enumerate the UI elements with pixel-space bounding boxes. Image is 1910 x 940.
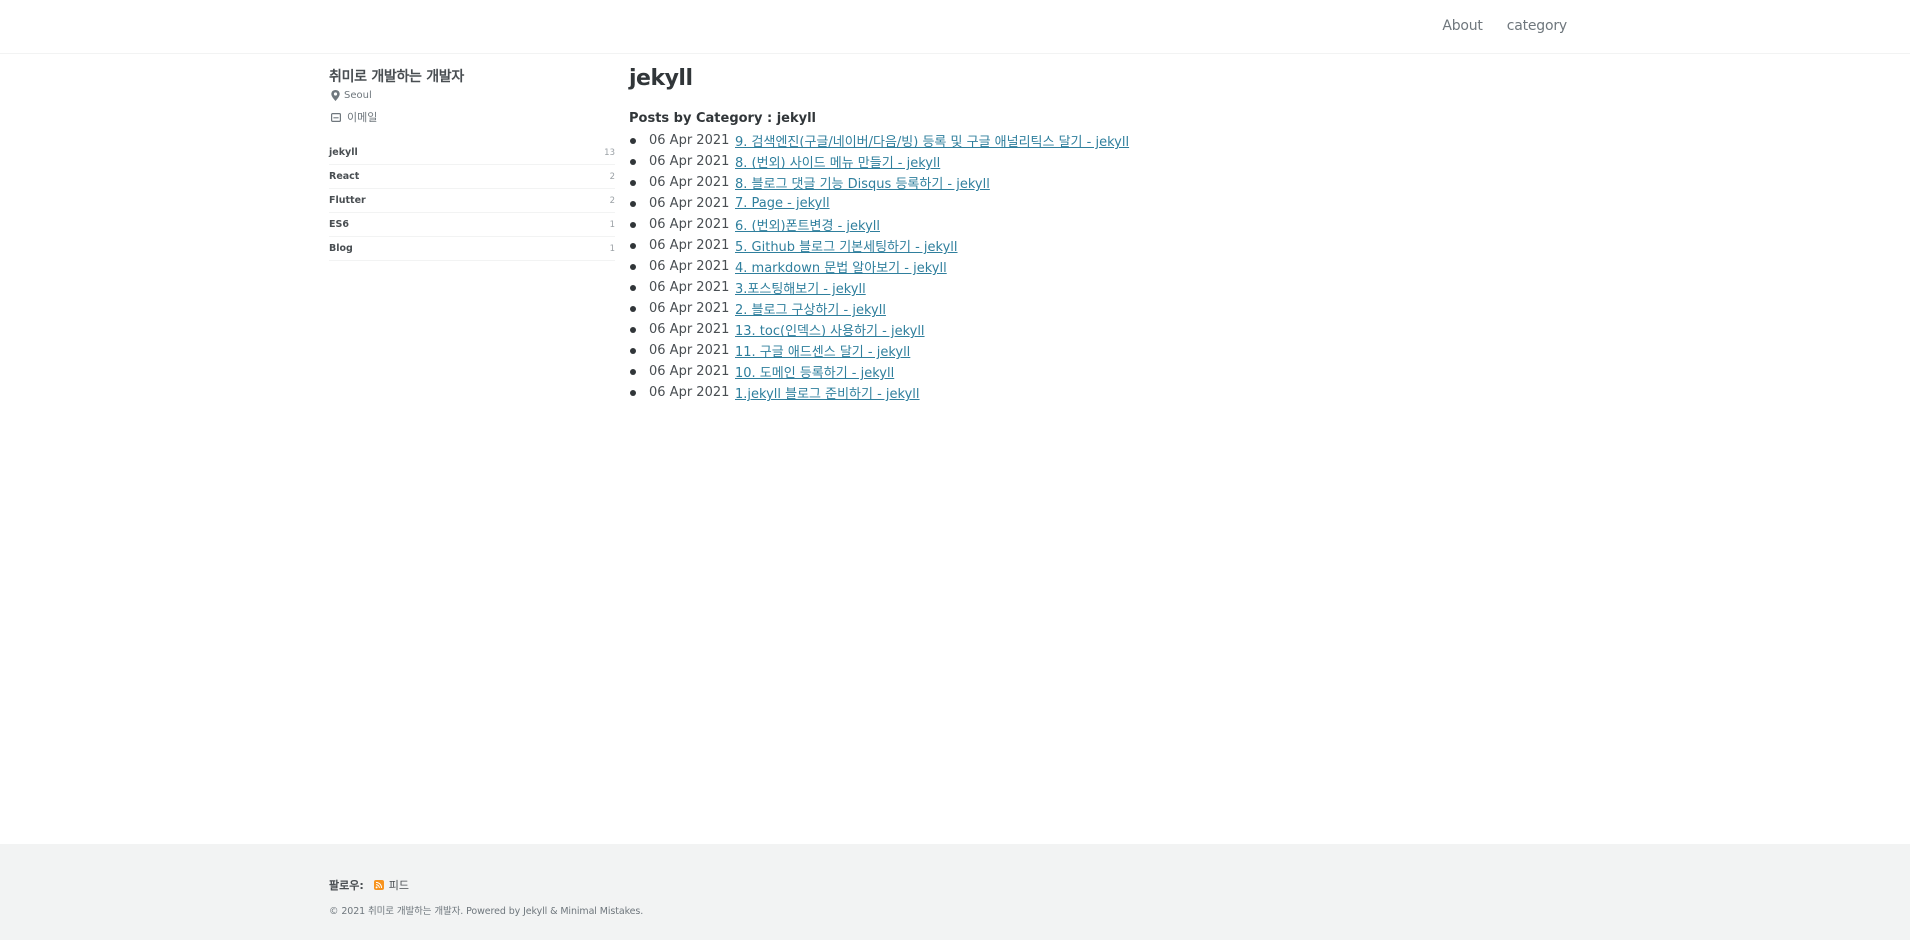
bullet [630,242,636,249]
category-item-jekyll[interactable]: jekyll 13 [329,141,615,165]
author-location: Seoul [329,90,615,101]
map-marker-icon [331,90,340,101]
top-nav: About category [1442,18,1567,34]
category-name: Flutter [329,195,366,206]
list-item: 06 Apr 2021 4. markdown 문법 알아보기 - jekyll [629,256,1329,277]
list-item: 06 Apr 2021 5. Github 블로그 기본세팅하기 - jekyl… [629,235,1329,256]
post-link[interactable]: 10. 도메인 등록하기 - jekyll [735,362,894,381]
category-name: ES6 [329,219,349,230]
sidebar: 취미로 개발하는 개발자 Seoul 이메일 jekyll 13 React 2 [329,66,615,261]
list-item: 06 Apr 2021 2. 블로그 구상하기 - jekyll [629,298,1329,319]
section-title: Posts by Category : jekyll [629,111,817,127]
list-item: 06 Apr 2021 8. 블로그 댓글 기능 Disqus 등록하기 - j… [629,172,1329,193]
list-item: 06 Apr 2021 3.포스팅해보기 - jekyll [629,277,1329,298]
post-date: 06 Apr 2021 [649,301,730,317]
post-link[interactable]: 11. 구글 애드센스 달기 - jekyll [735,341,910,360]
list-item: 06 Apr 2021 7. Page - jekyll [629,193,1329,214]
rss-icon [373,880,384,890]
category-list: jekyll 13 React 2 Flutter 2 ES6 1 Blog 1 [329,141,615,261]
post-link[interactable]: 8. 블로그 댓글 기능 Disqus 등록하기 - jekyll [735,173,990,192]
bullet [630,263,636,270]
page-title: jekyll [629,66,693,91]
list-item: 06 Apr 2021 11. 구글 애드센스 달기 - jekyll [629,340,1329,361]
post-link[interactable]: 5. Github 블로그 기본세팅하기 - jekyll [735,236,958,255]
post-date: 06 Apr 2021 [649,175,730,191]
bullet [630,200,636,207]
category-item-flutter[interactable]: Flutter 2 [329,189,615,213]
post-link[interactable]: 7. Page - jekyll [735,196,830,211]
copyright: © 2021 취미로 개발하는 개발자. Powered by Jekyll &… [329,906,644,917]
post-list: 06 Apr 2021 9. 검색엔진(구글/네이버/다음/빙) 등록 및 구글… [629,130,1329,403]
category-count: 13 [604,148,615,158]
author-location-text: Seoul [344,90,372,101]
category-item-es6[interactable]: ES6 1 [329,213,615,237]
post-date: 06 Apr 2021 [649,154,730,170]
bullet [630,284,636,291]
bullet [630,137,636,144]
feed-link[interactable]: 피드 [373,877,410,893]
page-footer: 팔로우: 피드 © 2021 취미로 개발하는 개발자. Powered by … [0,844,1910,940]
list-item: 06 Apr 2021 13. toc(인덱스) 사용하기 - jekyll [629,319,1329,340]
category-count: 1 [609,220,615,230]
post-date: 06 Apr 2021 [649,259,730,275]
bullet [630,326,636,333]
post-date: 06 Apr 2021 [649,217,730,233]
post-date: 06 Apr 2021 [649,238,730,254]
post-link[interactable]: 8. (번외) 사이드 메뉴 만들기 - jekyll [735,152,940,171]
bullet [630,389,636,396]
category-name: Blog [329,243,353,254]
list-item: 06 Apr 2021 8. (번외) 사이드 메뉴 만들기 - jekyll [629,151,1329,172]
post-date: 06 Apr 2021 [649,196,730,212]
post-date: 06 Apr 2021 [649,133,730,149]
post-date: 06 Apr 2021 [649,385,730,401]
list-item: 06 Apr 2021 6. (번외)폰트변경 - jekyll [629,214,1329,235]
bullet [630,368,636,375]
main-content: jekyll Posts by Category : jekyll 06 Apr… [629,66,1329,403]
category-count: 1 [609,244,615,254]
post-link[interactable]: 6. (번외)폰트변경 - jekyll [735,215,880,234]
follow-section: 팔로우: 피드 [329,877,409,893]
envelope-icon [331,112,341,122]
list-item: 06 Apr 2021 10. 도메인 등록하기 - jekyll [629,361,1329,382]
bullet [630,158,636,165]
post-link[interactable]: 3.포스팅해보기 - jekyll [735,278,866,297]
category-item-react[interactable]: React 2 [329,165,615,189]
category-count: 2 [609,196,615,206]
bullet [630,221,636,228]
feed-label: 피드 [388,879,410,892]
category-item-blog[interactable]: Blog 1 [329,237,615,261]
list-item: 06 Apr 2021 9. 검색엔진(구글/네이버/다음/빙) 등록 및 구글… [629,130,1329,151]
post-link[interactable]: 4. markdown 문법 알아보기 - jekyll [735,257,947,276]
author-email[interactable]: 이메일 [329,109,615,125]
post-link[interactable]: 9. 검색엔진(구글/네이버/다음/빙) 등록 및 구글 애널리틱스 달기 - … [735,131,1129,150]
post-date: 06 Apr 2021 [649,343,730,359]
post-date: 06 Apr 2021 [649,322,730,338]
category-name: React [329,171,360,182]
author-name: 취미로 개발하는 개발자 [329,69,464,85]
category-count: 2 [609,172,615,182]
category-name: jekyll [329,147,358,158]
bullet [630,179,636,186]
post-date: 06 Apr 2021 [649,280,730,296]
bullet [630,347,636,354]
post-link[interactable]: 2. 블로그 구상하기 - jekyll [735,299,886,318]
bullet [630,305,636,312]
post-date: 06 Apr 2021 [649,364,730,380]
follow-label: 팔로우: [329,879,364,892]
post-link[interactable]: 13. toc(인덱스) 사용하기 - jekyll [735,320,925,339]
author-email-label: 이메일 [347,111,378,124]
list-item: 06 Apr 2021 1.jekyll 블로그 준비하기 - jekyll [629,382,1329,403]
nav-about-link[interactable]: About [1442,18,1483,34]
masthead: About category [0,0,1910,54]
nav-category-link[interactable]: category [1507,18,1567,34]
post-link[interactable]: 1.jekyll 블로그 준비하기 - jekyll [735,383,920,402]
